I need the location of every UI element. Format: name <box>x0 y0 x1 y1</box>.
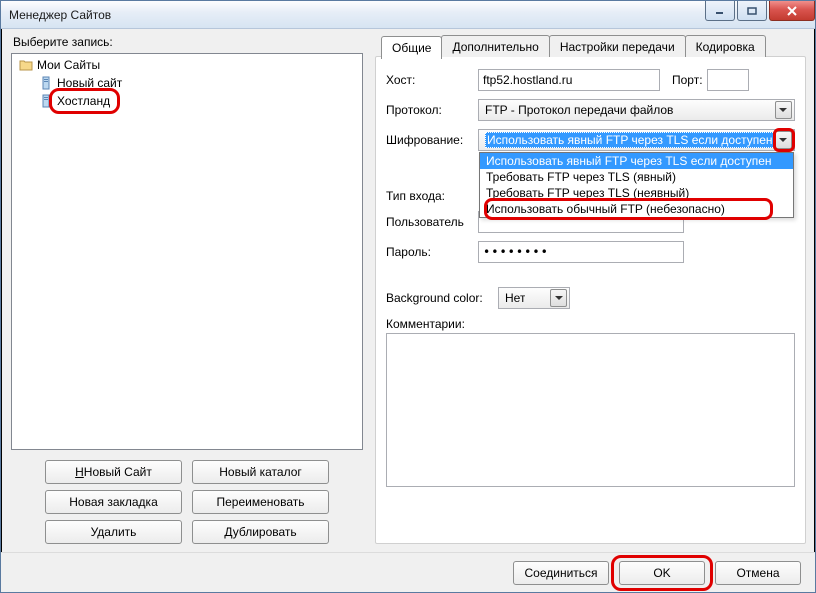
rename-button[interactable]: Переименовать <box>192 490 329 514</box>
tree-root-item[interactable]: Мои Сайты <box>18 56 360 74</box>
tree-item[interactable]: Хостланд <box>38 92 360 110</box>
protocol-select[interactable]: FTP - Протокол передачи файлов <box>478 99 795 121</box>
host-label: Хост: <box>386 73 478 87</box>
tree-item-label: Хостланд <box>57 94 110 108</box>
encryption-label: Шифрование: <box>386 133 478 147</box>
encryption-option[interactable]: Использовать явный FTP через TLS если до… <box>480 153 793 169</box>
cancel-button[interactable]: Отмена <box>715 561 801 585</box>
connect-button[interactable]: Соединиться <box>513 561 609 585</box>
encryption-dropdown[interactable]: Использовать явный FTP через TLS если до… <box>479 152 794 218</box>
comments-label: Комментарии: <box>386 317 795 331</box>
tree-item[interactable]: Новый сайт <box>38 74 360 92</box>
dropdown-arrow-icon[interactable] <box>550 289 567 307</box>
window-title: Менеджер Сайтов <box>9 8 111 22</box>
tab-transfer[interactable]: Настройки передачи <box>549 35 686 57</box>
host-input[interactable] <box>478 69 660 91</box>
ok-button[interactable]: OK <box>619 561 705 585</box>
titlebar: Менеджер Сайтов <box>1 1 815 29</box>
maximize-button[interactable] <box>737 1 767 21</box>
bgcolor-select[interactable]: Нет <box>498 287 570 309</box>
new-folder-button[interactable]: Новый каталог <box>192 460 329 484</box>
new-site-button[interactable]: ННовый СайтНовый Сайт <box>45 460 182 484</box>
close-button[interactable] <box>769 1 815 21</box>
site-tree[interactable]: Мои Сайты Новый сайт Хостланд <box>11 53 363 450</box>
logon-type-label: Тип входа: <box>386 189 478 203</box>
tab-strip: Общие Дополнительно Настройки передачи К… <box>381 35 765 58</box>
dropdown-arrow-icon[interactable] <box>775 131 792 149</box>
tree-item-label: Новый сайт <box>57 76 122 90</box>
password-label: Пароль: <box>386 245 478 259</box>
new-bookmark-button[interactable]: Новая закладка <box>45 490 182 514</box>
dropdown-arrow-icon[interactable] <box>775 101 792 119</box>
protocol-value: FTP - Протокол передачи файлов <box>485 103 673 117</box>
left-pane: Выберите запись: Мои Сайты Новый сайт <box>11 35 363 544</box>
right-pane: Общие Дополнительно Настройки передачи К… <box>373 35 805 544</box>
comments-textarea[interactable] <box>386 333 795 487</box>
tab-charset[interactable]: Кодировка <box>685 35 766 57</box>
tab-advanced[interactable]: Дополнительно <box>441 35 549 57</box>
server-icon <box>38 93 54 109</box>
encryption-option[interactable]: Требовать FTP через TLS (явный) <box>480 169 793 185</box>
encryption-option[interactable]: Требовать FTP через TLS (неявный) <box>480 185 793 201</box>
site-manager-window: Менеджер Сайтов Выберите запись: Мои Сай… <box>0 0 816 593</box>
dialog-footer: Соединиться OK Отмена <box>1 552 815 592</box>
site-action-buttons: ННовый СайтНовый Сайт Новый каталог Нова… <box>11 460 363 544</box>
window-controls <box>705 1 815 21</box>
duplicate-button[interactable]: Дублировать <box>192 520 329 544</box>
delete-button[interactable]: Удалить <box>45 520 182 544</box>
port-input[interactable] <box>707 69 749 91</box>
bgcolor-value: Нет <box>505 291 525 305</box>
bgcolor-label: Background color: <box>386 291 498 305</box>
encryption-select[interactable]: Использовать явный FTP через TLS если до… <box>478 129 795 151</box>
encryption-option[interactable]: Использовать обычный FTP (небезопасно) <box>480 201 793 217</box>
tree-root-label: Мои Сайты <box>37 58 100 72</box>
user-label: Пользователь <box>386 215 478 229</box>
tab-panel-general: Хост: Порт: Протокол: FTP - Протокол пер… <box>375 56 806 544</box>
password-input[interactable] <box>478 241 684 263</box>
encryption-value: Использовать явный FTP через TLS если до… <box>485 132 775 148</box>
tab-general[interactable]: Общие <box>381 36 442 59</box>
protocol-label: Протокол: <box>386 103 478 117</box>
server-icon <box>38 75 54 91</box>
folder-icon <box>18 57 34 73</box>
select-entry-label: Выберите запись: <box>13 35 363 49</box>
port-label: Порт: <box>672 73 703 87</box>
minimize-button[interactable] <box>705 1 735 21</box>
